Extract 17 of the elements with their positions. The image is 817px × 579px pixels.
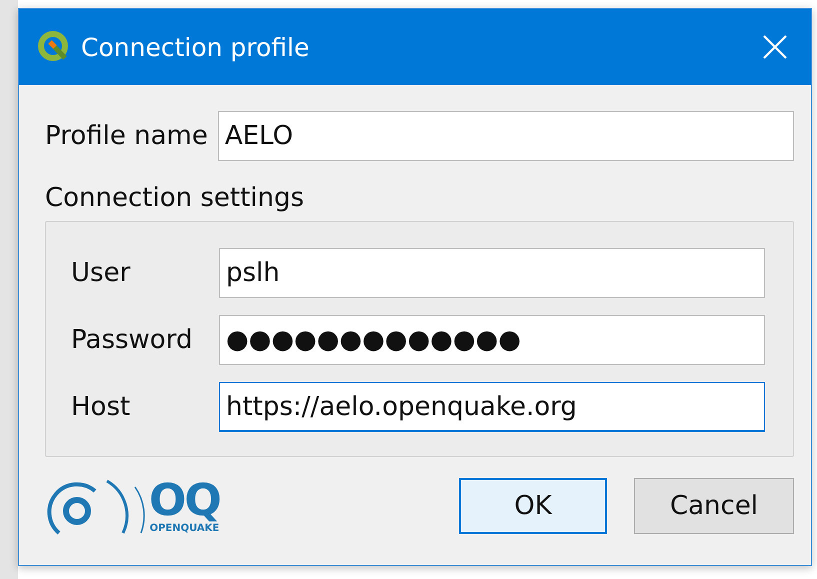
window-title: Connection profile (81, 32, 310, 62)
input-field[interactable]: pslh (219, 248, 765, 298)
field-label: Password (71, 325, 194, 355)
group-title: Connection settings (45, 183, 306, 213)
close-icon (762, 34, 788, 60)
qgis-icon (37, 30, 71, 64)
dialog-button[interactable]: OK (459, 478, 607, 534)
input-field[interactable]: https://aelo.openquake.org (219, 382, 765, 432)
dialog-button[interactable]: Cancel (634, 478, 794, 534)
profile-name-label: Profile name (45, 121, 208, 151)
field-label: User (71, 258, 132, 288)
profile-name-field[interactable]: AELO (218, 111, 794, 161)
wave-icon (45, 477, 145, 535)
logo-mark: OQ (149, 478, 220, 522)
field-label: Host (71, 392, 132, 422)
input-field[interactable]: ●●●●●●●●●●●●● (219, 315, 765, 365)
logo-name: OPENQUAKE (150, 522, 220, 534)
